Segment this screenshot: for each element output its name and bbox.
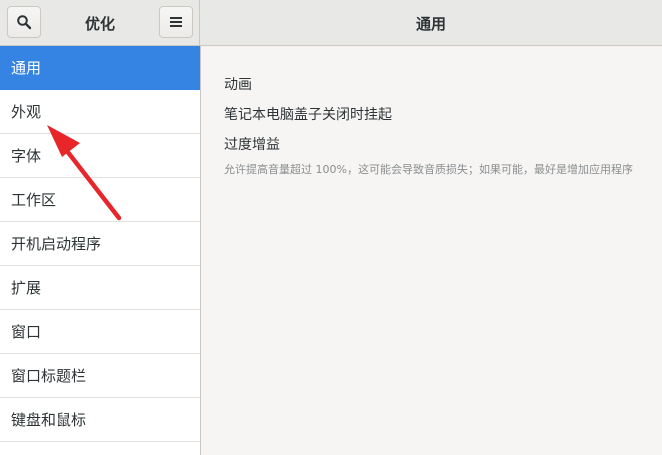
sidebar: 通用 外观 字体 工作区 开机启动程序 扩展 窗口 窗口标题栏 键盘和鼠标 — [0, 46, 201, 455]
sidebar-item-fonts[interactable]: 字体 — [0, 134, 200, 178]
sidebar-item-windows[interactable]: 窗口 — [0, 310, 200, 354]
app-title: 优化 — [84, 14, 115, 33]
settings-panel: 动画 笔记本电脑盖子关闭时挂起 过度增益 允许提高音量超过 100%，这可能会导… — [201, 46, 662, 455]
over-amplification-setting-label[interactable]: 过度增益 — [224, 134, 280, 154]
menu-button[interactable] — [159, 6, 193, 38]
content-header: 通用 — [200, 0, 662, 46]
hamburger-menu-icon — [170, 17, 182, 27]
animations-setting-label[interactable]: 动画 — [224, 74, 252, 94]
sidebar-item-extensions[interactable]: 扩展 — [0, 266, 200, 310]
sidebar-header: 优化 — [0, 0, 200, 46]
sidebar-item-general[interactable]: 通用 — [0, 46, 200, 90]
search-icon — [17, 15, 32, 30]
sidebar-item-workspaces[interactable]: 工作区 — [0, 178, 200, 222]
sidebar-item-keyboard-mouse[interactable]: 键盘和鼠标 — [0, 398, 200, 442]
sidebar-item-startup-applications[interactable]: 开机启动程序 — [0, 222, 200, 266]
sidebar-item-appearance[interactable]: 外观 — [0, 90, 200, 134]
page-title: 通用 — [415, 14, 446, 33]
suspend-on-lid-close-setting-label[interactable]: 笔记本电脑盖子关闭时挂起 — [224, 104, 392, 124]
over-amplification-description: 允许提高音量超过 100%，这可能会导致音质损失；如果可能，最好是增加应用程序 — [224, 163, 633, 176]
sidebar-item-window-titlebars[interactable]: 窗口标题栏 — [0, 354, 200, 398]
search-button[interactable] — [7, 6, 41, 38]
